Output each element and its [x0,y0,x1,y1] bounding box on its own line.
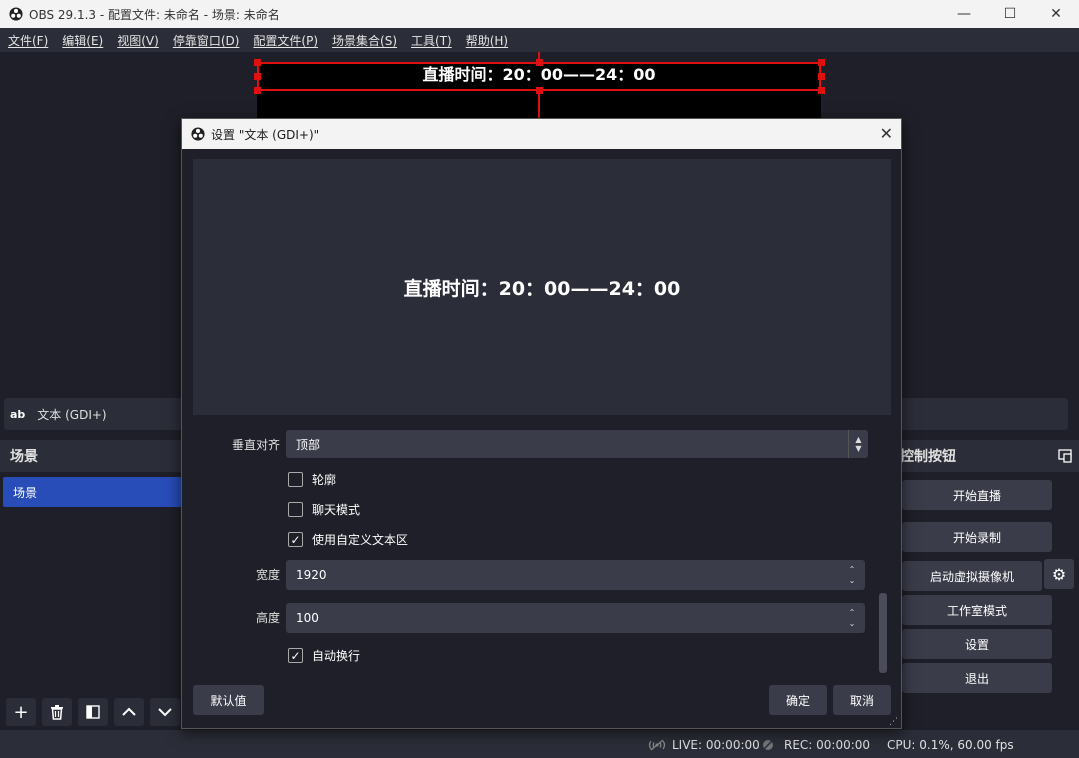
defaults-button[interactable]: 默认值 [193,685,264,715]
width-input[interactable]: 1920 ⌃ ⌄ [286,560,865,590]
menu-file[interactable]: 文件(F) [4,32,52,49]
chat-mode-label: 聊天模式 [312,503,361,517]
filter-icon[interactable] [78,698,108,726]
text-source-icon: ab [10,407,26,421]
rec-status: REC: 00:00:00 [762,738,870,752]
menu-tools[interactable]: 工具(T) [407,32,456,49]
start-recording-button[interactable]: 开始录制 [902,522,1052,552]
resize-grip-icon[interactable]: ⋰ [889,717,898,727]
resize-handle-bc[interactable] [536,87,543,94]
select-arrows-icon: ▲ ▼ [848,430,868,458]
chat-mode-checkbox[interactable]: 聊天模式 [288,501,360,518]
obs-logo-icon [191,127,205,141]
word-wrap-label: 自动换行 [312,649,361,663]
resize-handle-mr[interactable] [818,73,825,80]
start-virtual-camera-button[interactable]: 启动虚拟摄像机 [902,561,1042,591]
spin-arrows-icon[interactable]: ⌃ ⌄ [845,562,859,588]
properties-dialog: 设置 "文本 (GDI+)" ✕ 直播时间：20：00——24：00 垂直对齐 … [181,118,902,729]
dialog-titlebar: 设置 "文本 (GDI+)" ✕ [182,119,901,149]
scenes-header: 场景 [0,440,190,472]
live-time: LIVE: 00:00:00 [672,738,760,752]
source-name: 文本 (GDI+) [37,407,107,422]
dialog-preview: 直播时间：20：00——24：00 [193,159,891,415]
minimize-icon[interactable]: — [941,0,987,28]
undock-icon[interactable] [1058,449,1072,467]
resize-handle-tr[interactable] [818,59,825,66]
resize-handle-ml[interactable] [254,73,261,80]
menu-bar: 文件(F) 编辑(E) 视图(V) 停靠窗口(D) 配置文件(P) 场景集合(S… [0,28,1079,52]
cpu-status: CPU: 0.1%, 60.00 fps [887,738,1014,752]
valign-label: 垂直对齐 [231,438,280,452]
menu-view[interactable]: 视图(V) [113,32,163,49]
maximize-icon[interactable]: ☐ [987,0,1033,28]
scenes-dock: 场景 场景 + [0,440,190,730]
outline-label: 轮廓 [312,473,337,487]
outline-checkbox[interactable]: 轮廓 [288,471,336,488]
cancel-button[interactable]: 取消 [833,685,891,715]
word-wrap-checkbox[interactable]: ✓ 自动换行 [288,647,360,664]
width-label: 宽度 [255,568,280,582]
studio-mode-button[interactable]: 工作室模式 [902,595,1052,625]
trash-icon[interactable] [42,698,72,726]
gear-icon[interactable]: ⚙ [1044,559,1074,589]
checkbox-unchecked-icon [288,472,303,487]
scenes-toolbar: + [0,696,180,728]
spin-arrows-icon[interactable]: ⌃ ⌄ [845,605,859,631]
record-off-icon [762,739,774,751]
menu-help[interactable]: 帮助(H) [462,32,512,49]
menu-edit[interactable]: 编辑(E) [58,32,107,49]
ok-button[interactable]: 确定 [769,685,827,715]
move-up-icon[interactable] [114,698,144,726]
menu-profile[interactable]: 配置文件(P) [249,32,322,49]
live-status: LIVE: 00:00:00 [648,738,760,752]
close-icon[interactable]: ✕ [880,124,893,143]
height-input[interactable]: 100 ⌃ ⌄ [286,603,865,633]
checkbox-checked-icon: ✓ [288,532,303,547]
resize-handle-tl[interactable] [254,59,261,66]
resize-handle-br[interactable] [818,87,825,94]
dialog-title: 设置 "文本 (GDI+)" [211,127,320,142]
valign-value: 顶部 [296,437,321,452]
controls-dock: 控制按钮 开始直播 开始录制 启动虚拟摄像机 ⚙ 工作室模式 设置 退出 [880,440,1079,730]
exit-button[interactable]: 退出 [902,663,1052,693]
menu-docks[interactable]: 停靠窗口(D) [169,32,244,49]
height-value: 100 [296,611,319,625]
settings-button[interactable]: 设置 [902,629,1052,659]
add-icon[interactable]: + [6,698,36,726]
guide-line-bottom [538,91,540,119]
custom-area-checkbox[interactable]: ✓ 使用自定义文本区 [288,531,408,548]
cpu-fps: CPU: 0.1%, 60.00 fps [887,738,1014,752]
window-titlebar: OBS 29.1.3 - 配置文件: 未命名 - 场景: 未命名 — ☐ ✕ [0,0,1079,28]
checkbox-checked-icon: ✓ [288,648,303,663]
width-value: 1920 [296,568,327,582]
valign-select[interactable]: 顶部 ▲ ▼ [286,430,868,458]
obs-logo-icon [9,7,23,21]
stream-off-icon [648,739,666,751]
status-bar: LIVE: 00:00:00 REC: 00:00:00 CPU: 0.1%, … [0,730,1079,758]
custom-area-label: 使用自定义文本区 [312,533,409,547]
move-down-icon[interactable] [150,698,180,726]
menu-scene-collection[interactable]: 场景集合(S) [328,32,401,49]
scene-list-item[interactable]: 场景 [3,477,190,507]
resize-handle-bl[interactable] [254,87,261,94]
rec-time: REC: 00:00:00 [784,738,871,752]
checkbox-unchecked-icon [288,502,303,517]
close-icon[interactable]: ✕ [1033,0,1079,28]
controls-header: 控制按钮 [880,440,1079,472]
start-streaming-button[interactable]: 开始直播 [902,480,1052,510]
window-title: OBS 29.1.3 - 配置文件: 未命名 - 场景: 未命名 [29,7,280,22]
height-label: 高度 [255,611,280,625]
resize-handle-tc[interactable] [536,59,543,66]
properties-scrollbar[interactable] [879,593,887,673]
